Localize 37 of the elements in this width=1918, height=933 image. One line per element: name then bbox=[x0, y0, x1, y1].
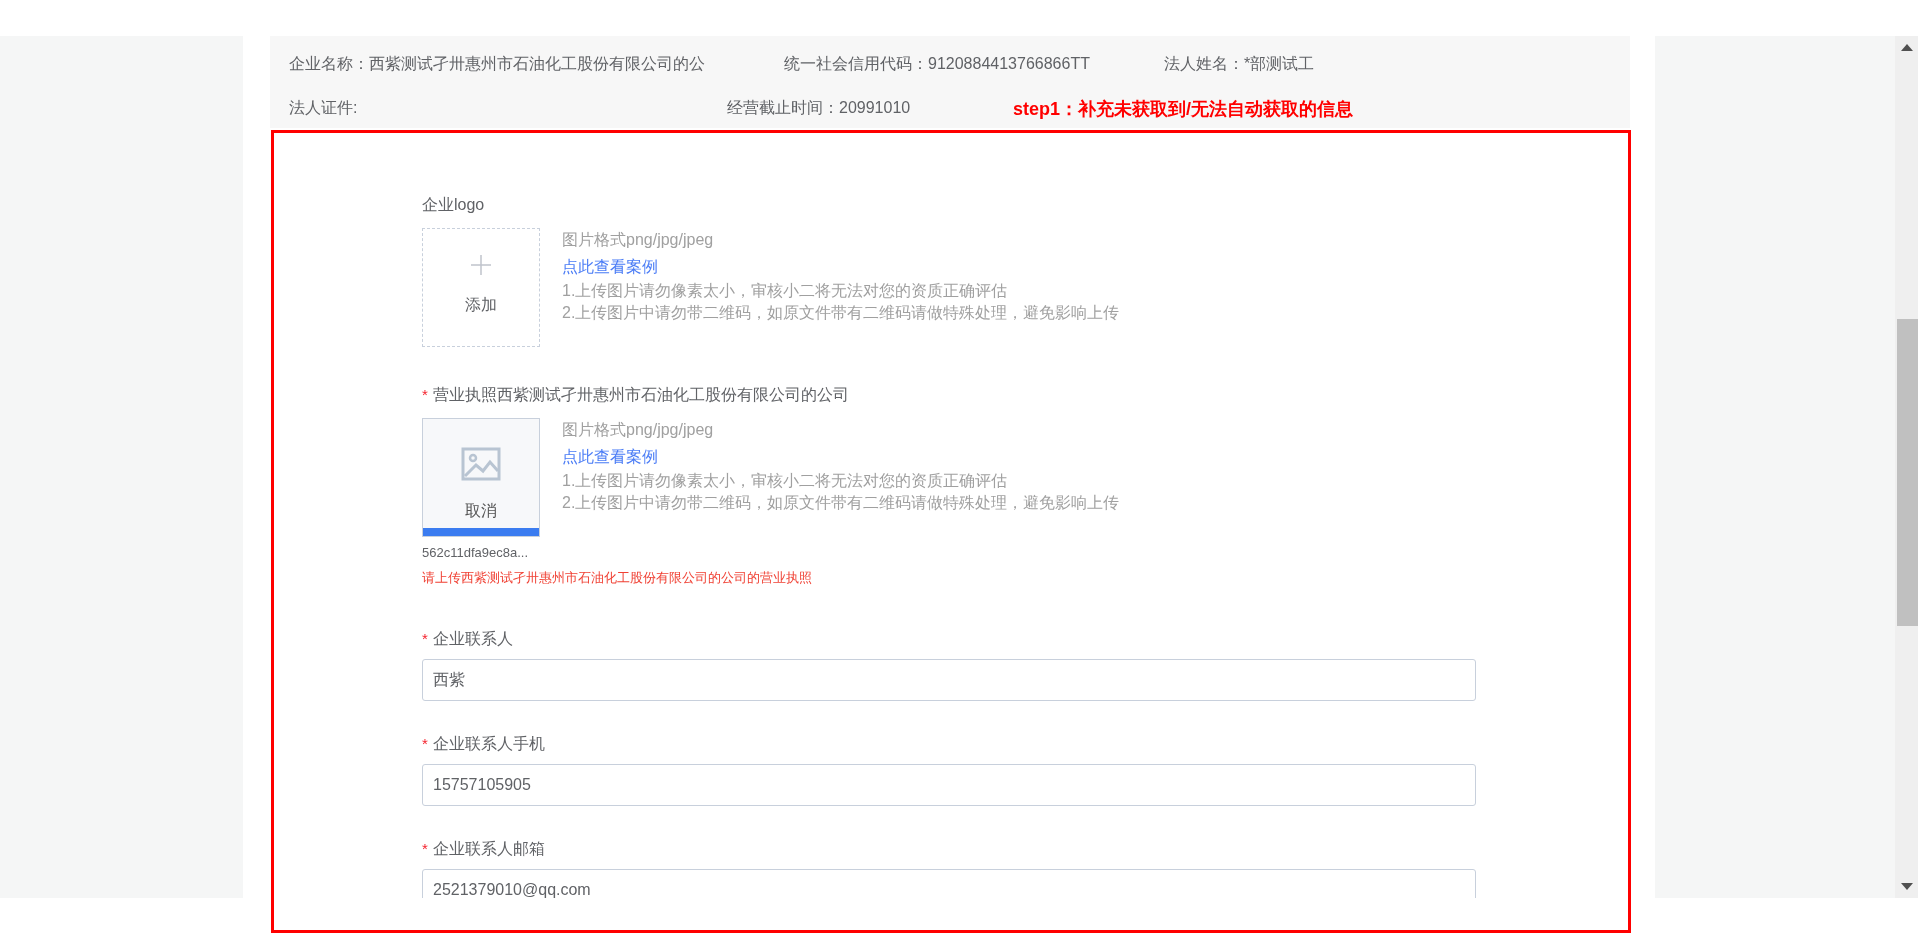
upload-button[interactable]: 添加 bbox=[422, 228, 540, 347]
required-mark: * bbox=[422, 838, 428, 859]
annotation-text: step1：补充未获取到/无法自动获取的信息 bbox=[1013, 98, 1354, 121]
upload-preview[interactable]: 取消 bbox=[422, 418, 540, 537]
upload-note: 1.上传图片请勿像素太小，审核小二将无法对您的资质正确评估 bbox=[562, 471, 1009, 491]
plus-icon bbox=[471, 255, 491, 275]
scroll-thumb[interactable] bbox=[1897, 319, 1918, 626]
text-field[interactable]: 西紫 bbox=[422, 659, 1476, 701]
format-hint: 图片格式png/jpg/jpeg bbox=[562, 420, 715, 440]
upload-note: 2.上传图片中请勿带二维码，如原文件带有二维码请做特殊处理，避免影响上传 bbox=[562, 303, 1120, 323]
image-icon bbox=[461, 447, 501, 481]
example-link[interactable]: 点此查看案例 bbox=[562, 444, 658, 470]
field-label: 企业logo bbox=[422, 195, 485, 215]
scroll-up-icon[interactable] bbox=[1900, 44, 1913, 51]
field-label: 营业执照西紫测试孑卅惠州市石油化工股份有限公司的公司 bbox=[432, 385, 849, 405]
example-link[interactable]: 点此查看案例 bbox=[562, 254, 658, 280]
info-field: 经营截止时间：20991010 bbox=[727, 96, 911, 120]
info-field: 统一社会信用代码：9120884413766866TT bbox=[784, 52, 1164, 76]
scrollbar[interactable] bbox=[1895, 36, 1918, 898]
field-label: 企业联系人手机 bbox=[432, 734, 545, 754]
text-field[interactable]: 2521379010@qq.com bbox=[422, 869, 1476, 898]
required-mark: * bbox=[422, 733, 428, 754]
info-field: 法人证件: bbox=[289, 96, 727, 120]
scroll-down-icon[interactable] bbox=[1900, 883, 1913, 890]
format-hint: 图片格式png/jpg/jpeg bbox=[562, 230, 715, 250]
text-field[interactable]: 15757105905 bbox=[422, 764, 1476, 806]
required-mark: * bbox=[422, 384, 428, 405]
cancel-label[interactable]: 取消 bbox=[465, 503, 497, 519]
upload-note: 2.上传图片中请勿带二维码，如原文件带有二维码请做特殊处理，避免影响上传 bbox=[562, 493, 1120, 513]
field-label: 企业联系人 bbox=[432, 629, 513, 649]
info-field: 企业名称：西紫测试孑卅惠州市石油化工股份有限公司的公 bbox=[289, 52, 784, 76]
info-field: 法人姓名：*部测试工 bbox=[1164, 52, 1315, 76]
upload-note: 1.上传图片请勿像素太小，审核小二将无法对您的资质正确评估 bbox=[562, 281, 1009, 301]
error-message: 请上传西紫测试孑卅惠州市石油化工股份有限公司的公司的营业执照 bbox=[422, 568, 812, 587]
field-label: 企业联系人邮箱 bbox=[432, 839, 545, 859]
required-mark: * bbox=[422, 628, 428, 649]
file-name: 562c11dfa9ec8a... bbox=[422, 544, 528, 562]
